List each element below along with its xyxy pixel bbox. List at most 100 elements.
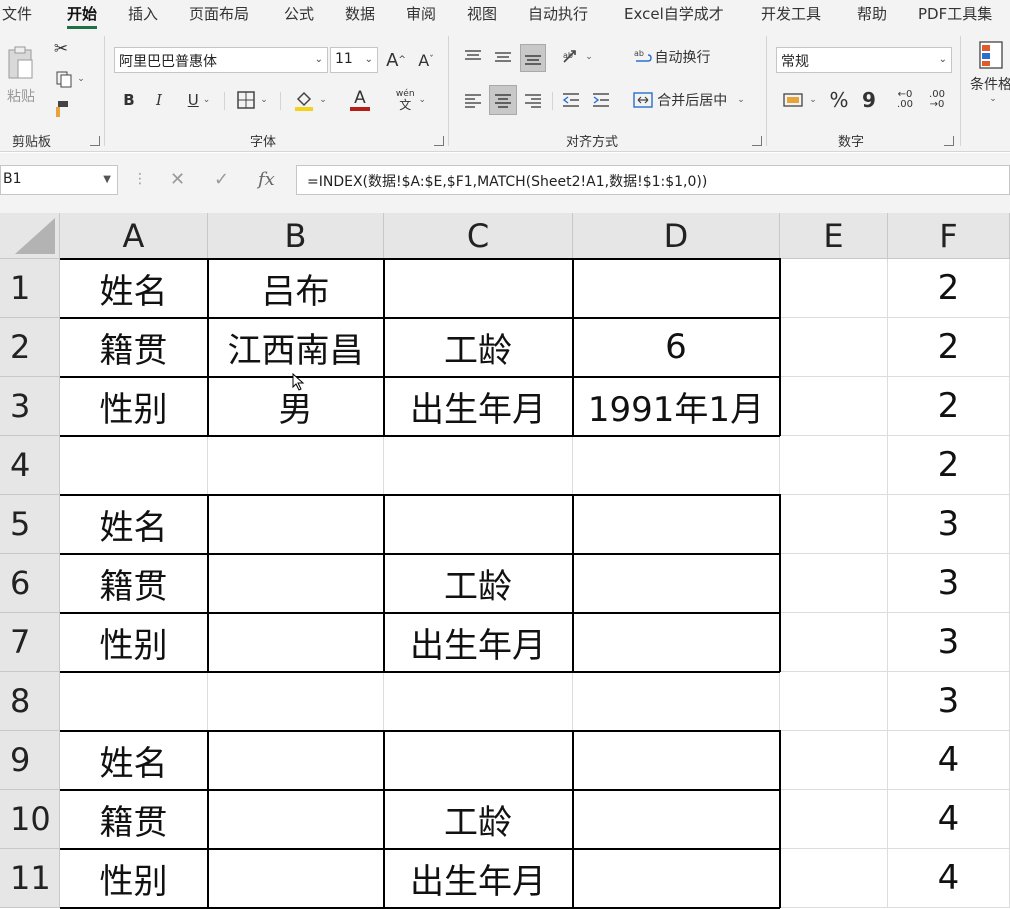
decrease-decimal-button[interactable]: .00 →0 [924, 86, 950, 114]
cell-c7[interactable]: 出生年月 [384, 613, 573, 672]
row-header-6[interactable]: 6 [0, 554, 60, 613]
italic-button[interactable]: I [148, 87, 170, 113]
tab-excel-self-study[interactable]: Excel自学成才 [624, 3, 724, 24]
cancel-icon[interactable]: ✕ [170, 169, 185, 190]
row-header-7[interactable]: 7 [0, 613, 60, 672]
shrink-font-button[interactable]: Aˇ [414, 47, 438, 73]
row-header-2[interactable]: 2 [0, 318, 60, 377]
cell-c4[interactable] [384, 436, 573, 495]
row-header-11[interactable]: 11 [0, 849, 60, 908]
column-header-d[interactable]: D [573, 213, 780, 259]
cell-d7[interactable] [573, 613, 780, 672]
decrease-indent-button[interactable] [558, 86, 584, 114]
cell-c9[interactable] [384, 731, 573, 790]
tab-formulas[interactable]: 公式 [284, 3, 314, 24]
row-header-1[interactable]: 1 [0, 259, 60, 318]
comma-style-button[interactable]: 9 [856, 86, 882, 114]
cell-d1[interactable] [573, 259, 780, 318]
row-header-9[interactable]: 9 [0, 731, 60, 790]
cell-c8[interactable] [384, 672, 573, 731]
cell-c2[interactable]: 工龄 [384, 318, 573, 377]
middle-align-button[interactable] [490, 44, 516, 70]
cell-a3[interactable]: 性别 [60, 377, 208, 436]
confirm-icon[interactable]: ✓ [214, 169, 229, 190]
increase-indent-button[interactable] [588, 86, 614, 114]
cell-f9[interactable]: 4 [888, 731, 1010, 790]
orientation-button[interactable]: ab ⌄ [556, 44, 598, 70]
merge-center-button[interactable]: 合并后居中 ⌄ [626, 86, 752, 114]
tab-developer[interactable]: 开发工具 [761, 3, 821, 24]
cell-a11[interactable]: 性别 [60, 849, 208, 908]
cell-f7[interactable]: 3 [888, 613, 1010, 672]
cell-e2[interactable] [780, 318, 888, 377]
tab-automate[interactable]: 自动执行 [528, 3, 588, 24]
format-painter-button[interactable] [50, 98, 72, 120]
cell-b11[interactable] [208, 849, 384, 908]
cell-c11[interactable]: 出生年月 [384, 849, 573, 908]
cell-a7[interactable]: 性别 [60, 613, 208, 672]
tab-home[interactable]: 开始 [67, 3, 98, 29]
cell-a10[interactable]: 籍贯 [60, 790, 208, 849]
font-color-button[interactable]: A [338, 87, 382, 113]
cell-f6[interactable]: 3 [888, 554, 1010, 613]
cell-e6[interactable] [780, 554, 888, 613]
copy-button[interactable]: ⌄ [50, 68, 90, 90]
cell-d2[interactable]: 6 [573, 318, 780, 377]
cell-f5[interactable]: 3 [888, 495, 1010, 554]
formula-input[interactable]: =INDEX(数据!$A:$E,$F1,MATCH(Sheet2!A1,数据!$… [296, 165, 1010, 195]
cell-e4[interactable] [780, 436, 888, 495]
row-header-5[interactable]: 5 [0, 495, 60, 554]
conditional-formatting-button[interactable]: 条件格 ⌄ [970, 40, 1010, 120]
bottom-align-button[interactable] [520, 44, 546, 72]
clipboard-launcher-icon[interactable] [90, 136, 100, 146]
insert-function-icon[interactable]: fx [258, 169, 275, 190]
paste-button[interactable]: 粘贴 [4, 38, 38, 114]
cell-c6[interactable]: 工龄 [384, 554, 573, 613]
cell-f10[interactable]: 4 [888, 790, 1010, 849]
cell-f3[interactable]: 2 [888, 377, 1010, 436]
row-header-4[interactable]: 4 [0, 436, 60, 495]
cell-b1[interactable]: 吕布 [208, 259, 384, 318]
tab-insert[interactable]: 插入 [128, 3, 158, 24]
percent-style-button[interactable]: % [826, 86, 852, 114]
cell-a1[interactable]: 姓名 [60, 259, 208, 318]
cell-e9[interactable] [780, 731, 888, 790]
cell-e1[interactable] [780, 259, 888, 318]
tab-review[interactable]: 审阅 [406, 3, 436, 24]
tab-help[interactable]: 帮助 [857, 3, 887, 24]
top-align-button[interactable] [460, 44, 486, 70]
phonetic-button[interactable]: wén 文 ⌄ [386, 87, 436, 113]
left-align-button[interactable] [460, 86, 486, 114]
column-header-a[interactable]: A [60, 213, 208, 259]
name-box[interactable]: B1 ▼ [0, 165, 118, 195]
borders-button[interactable]: ⌄ [230, 87, 274, 113]
column-header-b[interactable]: B [208, 213, 384, 259]
cell-b10[interactable] [208, 790, 384, 849]
cell-b8[interactable] [208, 672, 384, 731]
cell-d4[interactable] [573, 436, 780, 495]
font-name-select[interactable]: 阿里巴巴普惠体 ⌄ [114, 47, 328, 73]
tab-pdf-tools[interactable]: PDF工具集 [918, 3, 992, 24]
tab-page-layout[interactable]: 页面布局 [189, 3, 249, 24]
cell-a2[interactable]: 籍贯 [60, 318, 208, 377]
cell-a4[interactable] [60, 436, 208, 495]
select-all-corner[interactable] [0, 213, 60, 259]
cut-button[interactable]: ✂ [50, 38, 72, 60]
cell-b2[interactable]: 江西南昌 [208, 318, 384, 377]
row-header-8[interactable]: 8 [0, 672, 60, 731]
cell-a6[interactable]: 籍贯 [60, 554, 208, 613]
cell-d6[interactable] [573, 554, 780, 613]
cell-b4[interactable] [208, 436, 384, 495]
tab-file[interactable]: 文件 [2, 3, 32, 24]
tab-data[interactable]: 数据 [345, 3, 375, 24]
cell-f4[interactable]: 2 [888, 436, 1010, 495]
cell-e5[interactable] [780, 495, 888, 554]
column-header-e[interactable]: E [780, 213, 888, 259]
cell-d11[interactable] [573, 849, 780, 908]
cell-a5[interactable]: 姓名 [60, 495, 208, 554]
row-header-10[interactable]: 10 [0, 790, 60, 849]
column-header-c[interactable]: C [384, 213, 573, 259]
center-align-button[interactable] [489, 85, 517, 115]
wrap-text-button[interactable]: ab 自动换行 [630, 44, 714, 70]
cell-f8[interactable]: 3 [888, 672, 1010, 731]
